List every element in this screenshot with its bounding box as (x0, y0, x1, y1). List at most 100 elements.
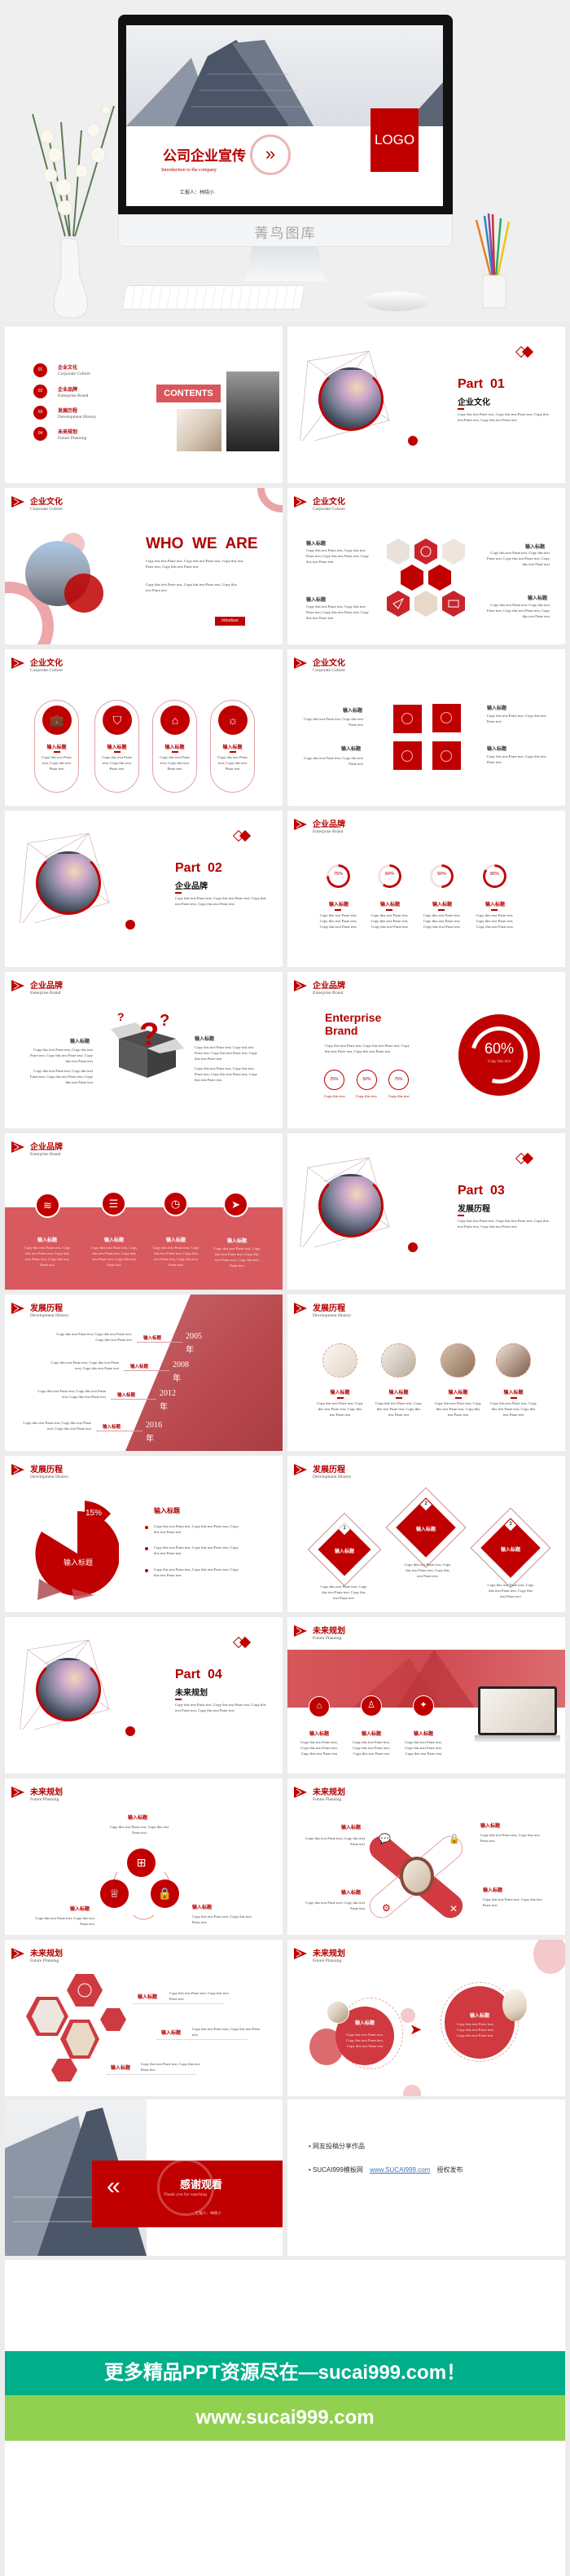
stamp-icon: ♙ (361, 1695, 382, 1717)
item-title: 输入标题 (128, 1815, 148, 1821)
city-photo (226, 371, 279, 451)
item-title: 输入标题 (70, 1039, 90, 1044)
section-subtitle: Enterprise Brand (313, 991, 344, 996)
book-icon (401, 713, 413, 724)
credit-suffix: 授权发布 (436, 2166, 463, 2174)
item-title: 输入标题 (379, 902, 400, 908)
slide-brand-percent-rings[interactable]: 企业品牌 Enterprise Brand 75% 输入标题 Copy this te… (287, 811, 565, 967)
promo-banner-green[interactable]: 更多精品PPT资源尽在—sucai999.com！ (5, 2351, 565, 2395)
section-title: 企业品牌 (313, 820, 345, 829)
introduce-button[interactable]: Introduce (215, 617, 245, 626)
credit-line-2: • SUCAI999模板网 www.SUCAI999.com 授权发布 (309, 2165, 463, 2174)
slide-part-04[interactable]: Part 04 未来规划 Copy this text Paste text, … (5, 1617, 283, 1774)
item-title: 输入标题 (138, 1994, 158, 2000)
item-title: 输入标题 (528, 596, 548, 601)
item-title: 输入标题 (330, 1390, 350, 1396)
card-text: Copy this text Paste text, Copy this tex… (160, 755, 190, 771)
logo-box: LOGO (370, 108, 419, 172)
slide-history-diamonds[interactable]: 发展历程 Development History 1 输入标题 Copy this t… (287, 1456, 565, 1612)
item-title: 输入标题 (361, 1731, 381, 1737)
pink-circle (533, 1940, 565, 1974)
play-arrow-icon (11, 657, 24, 669)
sucai999-link[interactable]: www.SUCAI999.com (370, 2166, 430, 2174)
contents-item-subtitle: Corporate Culture (58, 371, 90, 376)
section-title: 企业文化 (30, 498, 63, 507)
ring-caption: Copy this text (324, 1094, 345, 1098)
slide-future-circles[interactable]: 未来规划 Future Planning 输入标题 Copy this text … (287, 1940, 565, 2096)
slide-history-timeline[interactable]: 发展历程 Development History 2005 年输入标题 Copy th… (5, 1295, 283, 1451)
mouse-image (365, 292, 428, 311)
red-dot (408, 1242, 418, 1252)
item-text: Copy this text Paste text, Copy this tex… (317, 1401, 363, 1417)
brand-heading-line1: Enterprise (325, 1011, 382, 1024)
slide-who-we-are[interactable]: 企业文化 Corporate Culture WHO WE ARE Copy th… (5, 488, 283, 644)
pill-card: 💼 输入标题 Copy this text Paste text, Copy thi… (34, 700, 79, 793)
slide-thank-you[interactable]: « 感谢观看 Thank you for watching 汇报人：林晓小 (5, 2099, 283, 2256)
section-subtitle: Enterprise Brand (30, 1152, 61, 1157)
item-title: 输入标题 (525, 544, 546, 550)
promo-banner-lime[interactable]: www.sucai999.com (5, 2395, 565, 2441)
slide-future-cross[interactable]: 未来规划 Future Planning 💬 🔓 ⚙ ✕ 输入标题 Copy th… (287, 1778, 565, 1935)
item-title: 输入标题 (328, 902, 349, 908)
slide-history-photos[interactable]: 发展历程 Development History 输入标题 Copy this te… (287, 1295, 565, 1451)
play-arrow-icon (294, 1625, 307, 1637)
item-title: 输入标题 (309, 1731, 329, 1737)
item-text: Copy this text Paste text, Copy this tex… (405, 1740, 442, 1756)
part-label: Part 04 (175, 1668, 222, 1681)
section-title: 企业文化 (30, 659, 63, 668)
timeline-year-suffix: 年 (146, 1435, 154, 1444)
thanks-subtitle: Thank you for watching (164, 2192, 207, 2197)
slide-part-01[interactable]: Part 01 企业文化 Copy this text Paste text, … (287, 327, 565, 483)
item-title: 输入标题 (483, 1888, 503, 1893)
timeline-line (137, 1342, 182, 1343)
slide-credits[interactable]: • 网友投稿分享作品 • SUCAI999模板网 www.SUCAI999.co… (287, 2099, 565, 2256)
hexagon-cluster (387, 538, 465, 617)
slide-culture-puzzle[interactable]: 企业文化 Corporate Culture 输入标题 Copy this tex… (287, 649, 565, 806)
slide-brand-question-box[interactable]: 企业品牌 Enterprise Brand 输入标题 Copy this text… (5, 972, 283, 1128)
timeline-year-suffix: 年 (186, 1346, 194, 1355)
divider (134, 2003, 223, 2004)
hero-title: 公司企业宣传 (163, 148, 246, 164)
monitor-stand (244, 247, 326, 281)
credit-site-name: • SUCAI999模板网 (309, 2166, 363, 2174)
slide-contents[interactable]: 01 企业文化 Corporate Culture 02 企业品牌 Enterp… (5, 327, 283, 483)
gears-icon: ⚙ (382, 1902, 391, 1914)
office-photo (177, 409, 221, 451)
hexagon-cluster (26, 1974, 126, 2081)
bullet-dot (145, 1547, 148, 1550)
slide-culture-hexagons[interactable]: 企业文化 Corporate Culture 输入标题 Copy this tex… (287, 488, 565, 644)
item-text: Copy this text Paste text, Copy this tex… (306, 604, 369, 620)
mail-icon (442, 591, 465, 617)
slide-history-pie[interactable]: 发展历程 Development History 15% 输入标题 输入标题 Co… (5, 1456, 283, 1612)
pink-circle (403, 2085, 421, 2096)
slide-future-cycle[interactable]: 未来规划 Future Planning 输入标题 Copy this text … (5, 1778, 283, 1935)
pill-card: ⛉ 输入标题 Copy this text Paste text, Copy thi… (94, 700, 139, 793)
brand-text: Copy this text Paste text, Copy this tex… (325, 1044, 410, 1053)
item-text: Copy this text Paste text, Copy this tex… (346, 2033, 384, 2048)
item-text: Copy this text Paste text, Copy this tex… (169, 1991, 229, 2001)
item-title: 输入标题 (103, 1237, 124, 1243)
slide-part-03[interactable]: Part 03 发展历程 Copy this text Paste text, … (287, 1133, 565, 1290)
slide-enterprise-brand[interactable]: 企业品牌 Enterprise Brand Enterprise Brand Co… (287, 972, 565, 1128)
pie-center-label: 输入标题 (64, 1558, 94, 1567)
divider (458, 408, 464, 410)
slide-part-02[interactable]: Part 02 企业品牌 Copy this text Paste text, … (5, 811, 283, 967)
home-icon: ⌂ (309, 1696, 330, 1717)
slide-future-hexagons[interactable]: 未来规划 Future Planning 输入标题 Copy this text … (5, 1940, 283, 2096)
item-title: 输入标题 (341, 1890, 362, 1896)
section-title: 未来规划 (313, 1788, 345, 1797)
slide-culture-pills[interactable]: 企业文化 Corporate Culture 💼 输入标题 Copy this tex… (5, 649, 283, 806)
item-title: 输入标题 (154, 1507, 180, 1514)
slide-brand-icon-band[interactable]: 企业品牌 Enterprise Brand ≋ ☰ ◷ ➤ 输入标题 Copy t… (5, 1133, 283, 1290)
item-title: 输入标题 (388, 1390, 409, 1396)
item-text: Copy this text Paste text, Copy this tex… (375, 1401, 422, 1417)
monitor-image-stand (475, 1735, 560, 1742)
monitor-image (478, 1686, 557, 1735)
section-subtitle: Corporate Culture (30, 507, 63, 512)
slide-future-banner[interactable]: 未来规划 Future Planning ⌂ ♙ ✦ 输入标题 Copy this… (287, 1617, 565, 1774)
section-title: 未来规划 (313, 1627, 345, 1636)
pulse-icon: ✦ (413, 1695, 434, 1717)
item-title: 输入标题 (306, 541, 327, 547)
section-title: 企业品牌 (30, 1143, 63, 1152)
item-title: 输入标题 (343, 708, 363, 714)
